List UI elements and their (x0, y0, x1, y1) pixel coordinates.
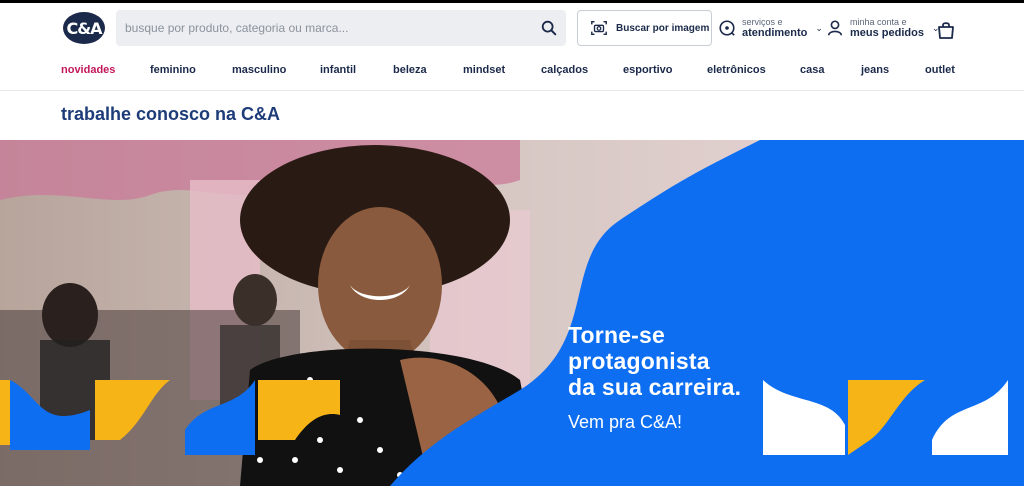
image-search-button[interactable]: Buscar por imagem (577, 10, 712, 46)
nav-item-novidades[interactable]: novidades (61, 64, 115, 76)
hero-headline-line-2: protagonista (568, 348, 710, 374)
nav-item-infantil[interactable]: infantil (320, 64, 356, 76)
hero-subline: Vem pra C&A! (568, 412, 683, 432)
hero-banner: Torne-se protagonista da sua carreira. V… (0, 140, 1024, 486)
nav-item-mindset[interactable]: mindset (463, 64, 505, 76)
nav-item-casa[interactable]: casa (800, 64, 824, 76)
chevron-down-icon: ⌄ (815, 22, 823, 33)
nav-item-masculino[interactable]: masculino (232, 64, 286, 76)
search-bar (116, 10, 566, 46)
user-icon (827, 20, 843, 36)
camera-icon (591, 20, 607, 36)
nav-item-esportivo[interactable]: esportivo (623, 64, 673, 76)
services-menu[interactable]: serviços e atendimento ⌄ (718, 13, 823, 43)
nav-item-outlet[interactable]: outlet (925, 64, 955, 76)
category-nav: novidades feminino masculino infantil be… (0, 60, 1024, 84)
support-icon (719, 20, 735, 36)
hero-text-block: Torne-se protagonista da sua carreira. V… (568, 322, 741, 433)
site-header: C&A Buscar por imagem serviços e atendim… (0, 3, 1024, 55)
nav-item-beleza[interactable]: beleza (393, 64, 427, 76)
nav-item-eletronicos[interactable]: eletrônicos (707, 64, 766, 76)
nav-item-calcados[interactable]: calçados (541, 64, 588, 76)
search-input[interactable] (116, 10, 526, 46)
header-divider (0, 90, 1024, 91)
hero-illustration (0, 140, 1024, 486)
hero-headline-line-3: da sua carreira. (568, 374, 742, 400)
brand-logo[interactable]: C&A (63, 12, 105, 44)
nav-item-jeans[interactable]: jeans (861, 64, 889, 76)
nav-item-feminino[interactable]: feminino (150, 64, 196, 76)
page-title: trabalhe conosco na C&A (61, 104, 281, 124)
image-search-label: Buscar por imagem (616, 22, 710, 34)
account-big-label: meus pedidos (850, 27, 924, 39)
shopping-bag-icon[interactable] (936, 20, 956, 40)
services-big-label: atendimento (742, 27, 808, 39)
hero-headline-line-1: Torne-se (568, 322, 666, 348)
search-icon[interactable] (540, 19, 558, 37)
account-menu[interactable]: minha conta e meus pedidos ⌄ (826, 13, 940, 43)
